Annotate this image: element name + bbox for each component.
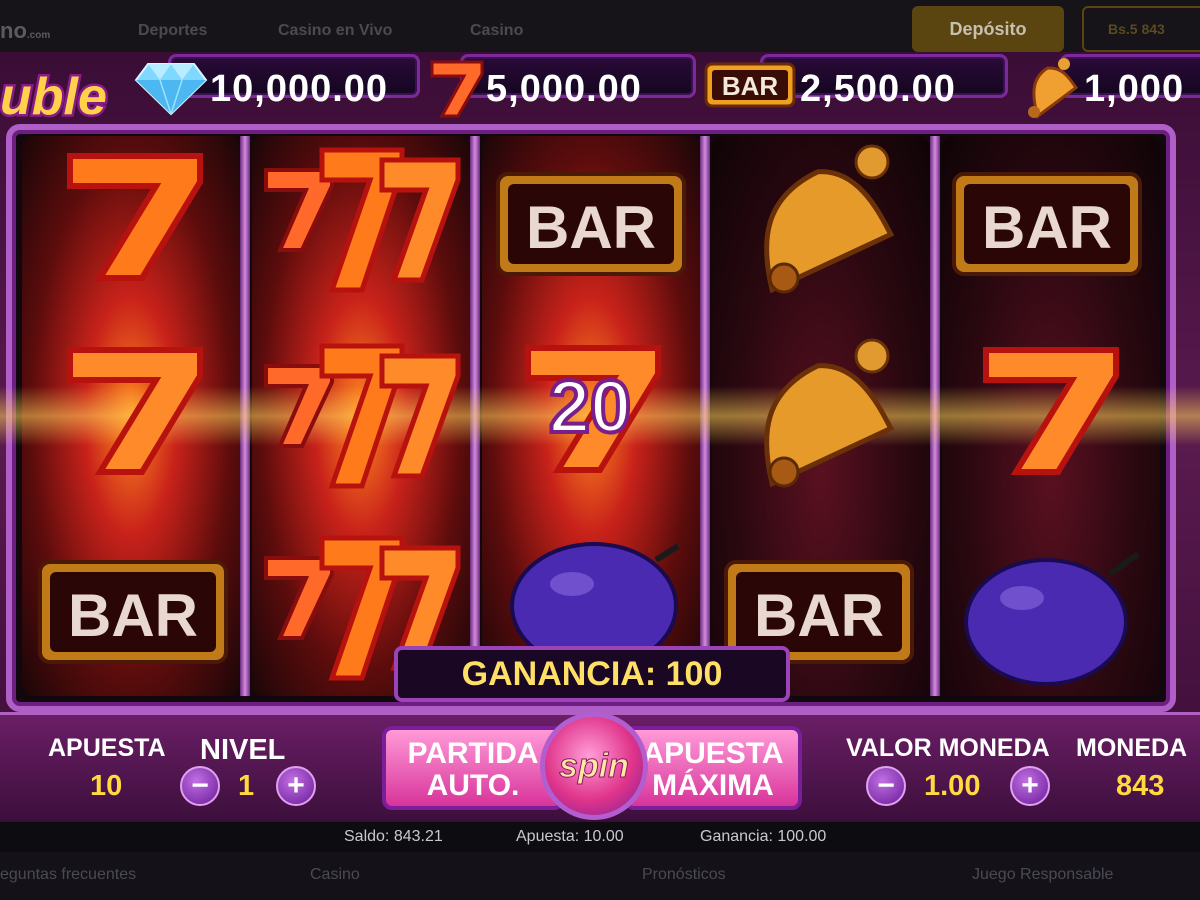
nav-casino[interactable]: Casino [470, 22, 523, 40]
site-logo-suffix: .com [26, 30, 51, 41]
site-logo[interactable]: no.com [0, 18, 50, 44]
coin-value-label: VALOR MONEDA [846, 734, 1050, 762]
screen: no.com Deportes Casino en Vivo Casino De… [0, 0, 1200, 900]
level-decrease-button[interactable]: − [180, 766, 220, 806]
level-value: 1 [238, 770, 255, 802]
level-increase-button[interactable]: + [276, 766, 316, 806]
autoplay-label-line1: PARTIDA [407, 737, 539, 770]
site-logo-text: no [0, 18, 27, 43]
level-label: NIVEL [200, 734, 286, 766]
bet-label: APUESTA [48, 734, 166, 762]
deposit-button[interactable]: Depósito [912, 6, 1064, 52]
bar-symbol: BAR [38, 560, 228, 664]
jackpot-bell-value: 1,000 [1084, 68, 1185, 110]
bar-symbol-text: BAR [526, 194, 656, 261]
jackpot-seven-value: 5,000.00 [486, 68, 642, 110]
balance-status: Saldo: 843.21 [344, 828, 443, 845]
coin-value: 1.00 [924, 770, 981, 802]
win-banner: GANANCIA: 100 [394, 646, 790, 702]
coins-label: MONEDA [1076, 734, 1188, 762]
plum-symbol [964, 551, 1140, 686]
autoplay-button[interactable]: PARTIDA AUTO. [382, 726, 564, 810]
seven-icon [430, 60, 484, 118]
win-amount-overlay: 20 [547, 363, 633, 450]
triple-seven-symbol [264, 147, 461, 293]
nav-casino-en-vivo[interactable]: Casino en Vivo [278, 22, 392, 40]
triple-seven-symbol [264, 343, 461, 489]
spin-button[interactable]: spin [540, 712, 648, 820]
footer-link-faq[interactable]: eguntas frecuentes [0, 866, 136, 884]
game-title-line1: uble [0, 68, 107, 126]
jackpot-bar-value: 2,500.00 [800, 68, 956, 110]
bet-status: Apuesta: 10.00 [516, 828, 624, 845]
coins-value: 843 [1116, 770, 1165, 802]
plum-symbol [510, 542, 680, 650]
bar-symbol: BAR [952, 172, 1142, 276]
bar-symbol-text: BAR [982, 194, 1112, 261]
max-bet-label-line1: APUESTA [642, 737, 784, 770]
seven-symbol [983, 347, 1119, 475]
bell-symbol [764, 338, 895, 488]
bar-symbol-text: BAR [754, 582, 884, 649]
bar-icon: BAR [704, 62, 796, 108]
jackpot-diamond-value: 10,000.00 [210, 68, 389, 110]
autoplay-label-line2: AUTO. [426, 769, 520, 802]
coin-value-increase-button[interactable]: + [1010, 766, 1050, 806]
bar-symbol: BAR [496, 172, 686, 276]
footer-link-juego-responsable[interactable]: Juego Responsable [972, 866, 1113, 884]
bar-icon-text: BAR [722, 71, 779, 101]
bet-value: 10 [90, 770, 123, 802]
bar-symbol-text: BAR [68, 582, 198, 649]
bell-icon [1028, 58, 1079, 119]
footer-link-casino[interactable]: Casino [310, 866, 360, 884]
diamond-icon [134, 63, 208, 116]
nav-deportes[interactable]: Deportes [138, 22, 207, 40]
seven-symbol [67, 347, 203, 475]
max-bet-label-line2: MÁXIMA [652, 769, 774, 802]
footer-link-pronosticos[interactable]: Pronósticos [642, 866, 726, 884]
coin-value-decrease-button[interactable]: − [866, 766, 906, 806]
win-status: Ganancia: 100.00 [700, 828, 827, 845]
bell-symbol [764, 144, 895, 294]
max-bet-button[interactable]: APUESTA MÁXIMA [624, 726, 802, 810]
site-header: no.com Deportes Casino en Vivo Casino De… [0, 0, 1200, 56]
seven-symbol [67, 153, 203, 281]
balance-button[interactable]: Bs.5 843 [1082, 6, 1200, 52]
